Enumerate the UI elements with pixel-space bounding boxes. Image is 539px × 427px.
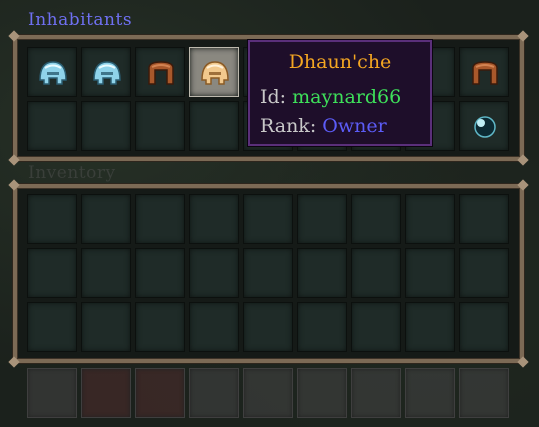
item-slot[interactable] <box>27 101 77 151</box>
item-slot[interactable] <box>81 248 131 298</box>
tooltip-rank-value: Owner <box>322 115 387 137</box>
item-slot[interactable] <box>27 194 77 244</box>
item-slot[interactable] <box>405 194 455 244</box>
item-slot[interactable] <box>351 248 401 298</box>
brown-helmet-icon <box>144 58 178 88</box>
cyan-helmet-icon <box>36 58 70 88</box>
brown-helmet-icon <box>468 58 502 88</box>
item-slot[interactable] <box>27 302 77 352</box>
item-slot[interactable] <box>351 368 401 418</box>
item-slot[interactable] <box>81 101 131 151</box>
item-slot[interactable] <box>459 302 509 352</box>
item-slot[interactable] <box>243 368 293 418</box>
item-slot[interactable] <box>297 302 347 352</box>
tooltip-rank-label: Rank: <box>260 115 317 137</box>
item-slot[interactable] <box>135 194 185 244</box>
item-slot[interactable] <box>459 101 509 151</box>
item-slot[interactable] <box>243 194 293 244</box>
item-slot[interactable] <box>459 194 509 244</box>
item-slot[interactable] <box>135 302 185 352</box>
cyan-helmet-icon <box>90 58 124 88</box>
item-slot[interactable] <box>459 248 509 298</box>
item-slot[interactable] <box>297 368 347 418</box>
item-slot[interactable] <box>243 248 293 298</box>
item-slot[interactable] <box>405 302 455 352</box>
item-slot[interactable] <box>135 47 185 97</box>
item-slot[interactable] <box>81 47 131 97</box>
tooltip-rank-row: Rank: Owner <box>260 115 387 137</box>
inhabitant-tooltip: Dhaun'che Id: maynard66 Rank: Owner <box>248 40 432 146</box>
item-slot[interactable] <box>189 194 239 244</box>
tooltip-id-label: Id: <box>260 86 287 108</box>
item-slot[interactable] <box>297 194 347 244</box>
item-slot[interactable] <box>27 47 77 97</box>
item-slot[interactable] <box>459 368 509 418</box>
item-slot[interactable] <box>189 47 239 97</box>
item-slot[interactable] <box>351 302 401 352</box>
item-slot[interactable] <box>81 368 131 418</box>
tooltip-id-row: Id: maynard66 <box>260 86 401 108</box>
item-slot[interactable] <box>27 368 77 418</box>
dark-orb-icon <box>468 112 502 142</box>
item-slot[interactable] <box>27 248 77 298</box>
item-slot[interactable] <box>243 302 293 352</box>
inhabitants-title: Inhabitants <box>28 10 133 30</box>
tooltip-name: Dhaun'che <box>288 51 392 73</box>
item-slot[interactable] <box>297 248 347 298</box>
item-slot[interactable] <box>189 248 239 298</box>
item-slot[interactable] <box>81 194 131 244</box>
item-slot[interactable] <box>351 194 401 244</box>
item-slot[interactable] <box>135 101 185 151</box>
item-slot[interactable] <box>135 248 185 298</box>
item-slot[interactable] <box>405 368 455 418</box>
item-slot[interactable] <box>81 302 131 352</box>
item-slot[interactable] <box>189 101 239 151</box>
item-slot[interactable] <box>459 47 509 97</box>
tooltip-id-value: maynard66 <box>292 86 402 108</box>
item-slot[interactable] <box>189 302 239 352</box>
inventory-title: Inventory <box>28 163 116 183</box>
item-slot[interactable] <box>189 368 239 418</box>
item-slot[interactable] <box>405 248 455 298</box>
item-slot[interactable] <box>135 368 185 418</box>
tan-helmet-icon <box>198 58 232 88</box>
